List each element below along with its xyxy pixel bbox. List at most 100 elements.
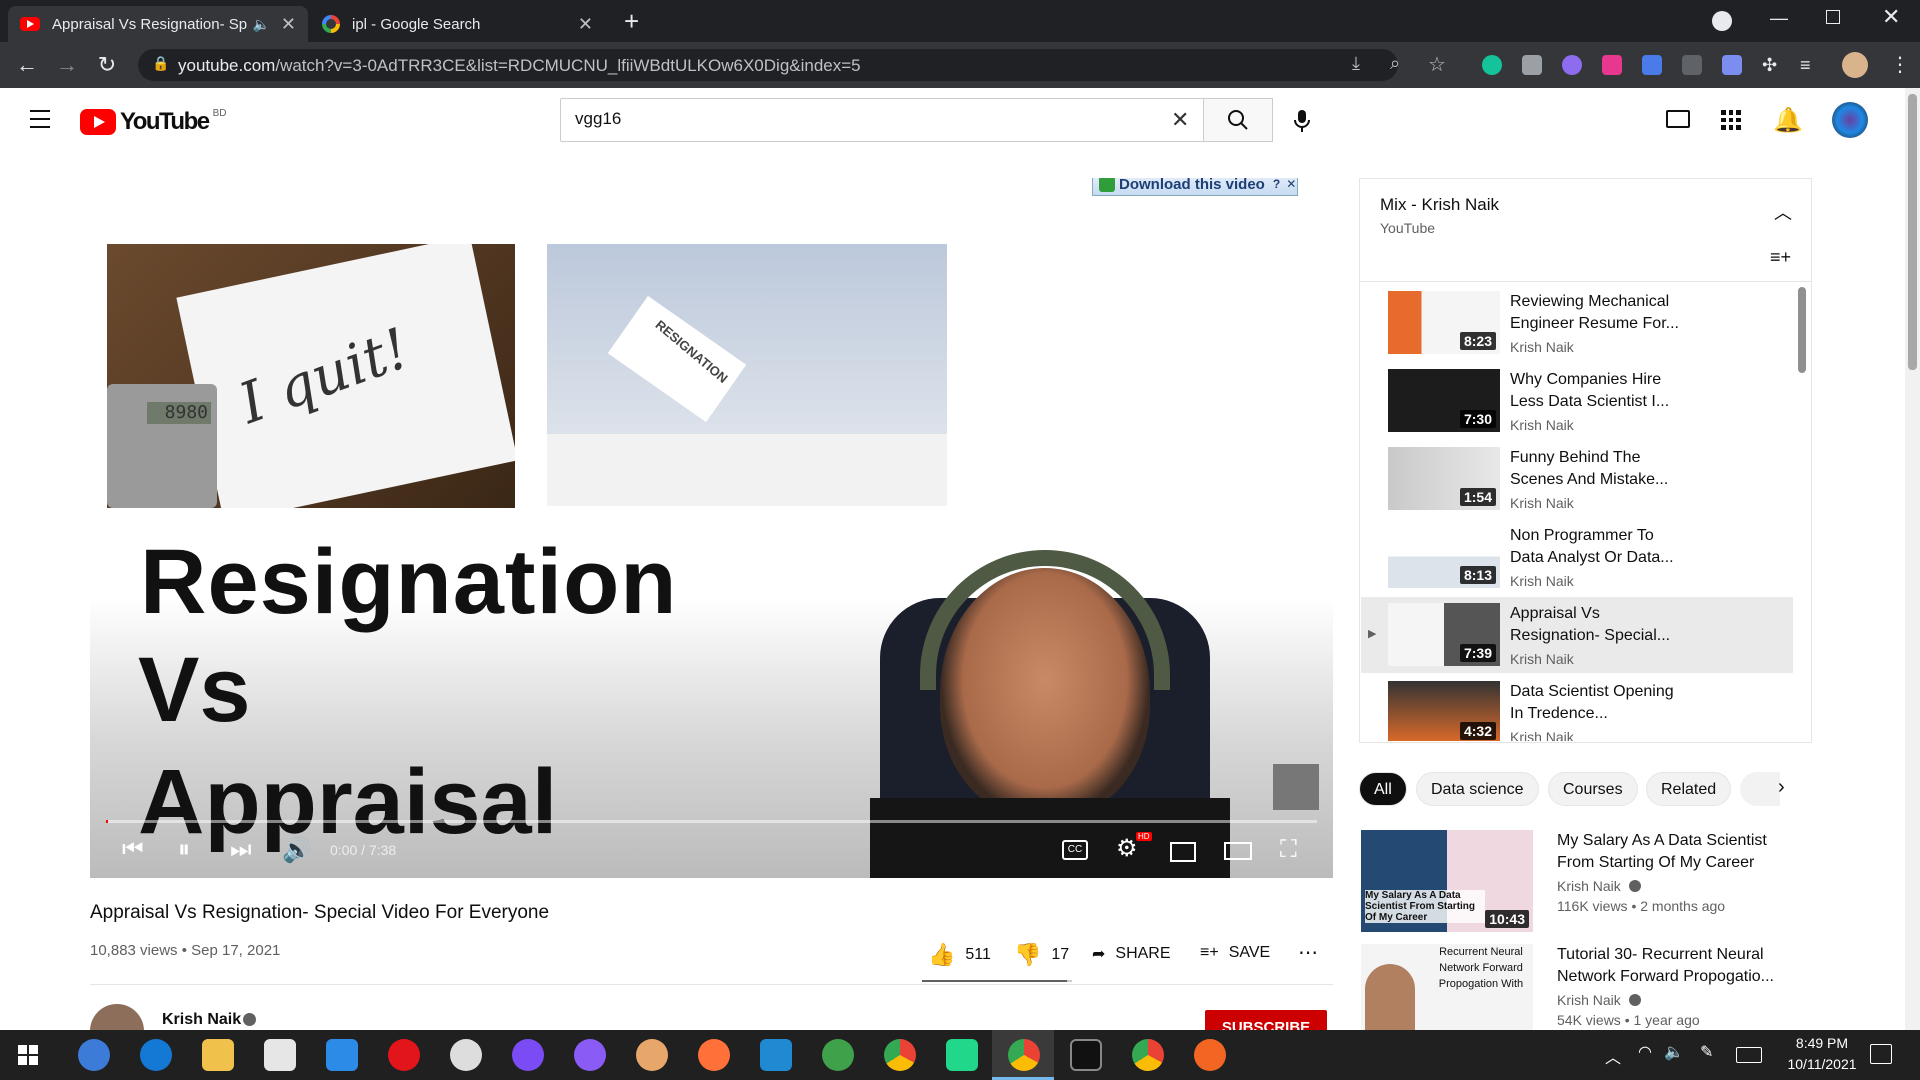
zoom-icon[interactable]: ⌕ — [1390, 53, 1400, 74]
item-title[interactable]: Reviewing Mechanical Engineer Resume For… — [1510, 291, 1690, 335]
theater-mode-icon[interactable] — [1224, 842, 1252, 860]
opera-icon[interactable] — [388, 1039, 420, 1071]
item-title[interactable]: Non Programmer To Data Analyst Or Data..… — [1510, 525, 1690, 569]
item-title[interactable]: Funny Behind The Scenes And Mistake... — [1510, 447, 1690, 491]
earth-icon[interactable] — [822, 1039, 854, 1071]
vscode-icon[interactable] — [760, 1039, 792, 1071]
previous-icon[interactable]: ⏮ — [122, 836, 144, 864]
volume-tray-icon[interactable]: 🔈 — [1664, 1042, 1684, 1062]
video-thumbnail[interactable]: 8:23 — [1388, 291, 1500, 354]
colorful-extension-icon[interactable] — [1562, 55, 1582, 75]
tab-search-icon[interactable] — [1712, 11, 1732, 31]
page-scrollbar[interactable] — [1905, 88, 1920, 1030]
related-video[interactable]: My Salary As A Data Scientist From Start… — [1361, 830, 1831, 935]
bookmark-star-icon[interactable]: ☆ — [1428, 52, 1446, 77]
create-video-icon[interactable] — [1666, 110, 1690, 128]
pen-extension-icon[interactable] — [1722, 55, 1742, 75]
related-channel[interactable]: Krish Naik — [1557, 992, 1621, 1008]
volume-icon[interactable]: 🔊 — [282, 836, 312, 865]
windows-start-icon[interactable] — [18, 1045, 38, 1065]
dislike-button[interactable]: 👎 17 — [1014, 942, 1069, 968]
video-thumbnail[interactable]: 7:39 — [1388, 603, 1500, 666]
profile-avatar[interactable] — [1842, 52, 1868, 78]
playlist-item[interactable]: 8:13 Non Programmer To Data Analyst Or D… — [1388, 525, 1798, 601]
related-title[interactable]: Tutorial 30- Recurrent Neural Network Fo… — [1557, 944, 1797, 988]
video-thumbnail[interactable]: 8:13 — [1388, 525, 1500, 588]
extensions-puzzle-icon[interactable]: ✣ — [1762, 55, 1782, 75]
github-icon[interactable] — [574, 1039, 606, 1071]
playlist-item[interactable]: 4:32 Data Scientist Opening In Tredence.… — [1388, 681, 1798, 741]
related-channel[interactable]: Krish Naik — [1557, 878, 1621, 894]
apps-grid-icon[interactable] — [1721, 110, 1741, 130]
playlist-item[interactable]: 1:54 Funny Behind The Scenes And Mistake… — [1388, 447, 1798, 523]
playlist-title[interactable]: Mix - Krish Naik — [1380, 195, 1499, 215]
inkscape-icon[interactable] — [450, 1039, 482, 1071]
new-tab-icon[interactable]: + — [624, 6, 639, 37]
chrome-menu-icon[interactable]: ⋮ — [1890, 52, 1910, 77]
item-title[interactable]: Why Companies Hire Less Data Scientist I… — [1510, 369, 1690, 413]
item-channel[interactable]: Krish Naik — [1510, 339, 1574, 355]
mail-icon[interactable] — [326, 1039, 358, 1071]
reading-list-icon[interactable]: ≡ — [1800, 55, 1820, 75]
close-tab-icon[interactable]: ✕ — [578, 14, 593, 35]
help-icon[interactable]: ? — [1273, 178, 1280, 191]
pause-icon[interactable]: ⏸ — [178, 836, 190, 864]
captions-icon[interactable]: CC — [1062, 840, 1088, 860]
item-title[interactable]: Appraisal Vs Resignation- Special... — [1510, 603, 1690, 647]
url-text[interactable]: youtube.com/watch?v=3-0AdTRR3CE&list=RDC… — [178, 56, 861, 76]
item-channel[interactable]: Krish Naik — [1510, 417, 1574, 433]
playlist-item[interactable]: 7:30 Why Companies Hire Less Data Scient… — [1388, 369, 1798, 445]
search-box[interactable]: ✕ — [560, 98, 1204, 142]
fullscreen-icon[interactable]: ⛶ — [1280, 836, 1297, 864]
edge-icon[interactable] — [140, 1039, 172, 1071]
playlist-scrollbar[interactable] — [1798, 287, 1806, 373]
voice-search-button[interactable] — [1290, 108, 1318, 136]
account-avatar[interactable] — [1832, 102, 1868, 138]
download-video-button[interactable]: Download this video ? ✕ — [1092, 178, 1298, 196]
miniplayer-icon[interactable] — [1170, 842, 1196, 862]
forward-icon[interactable]: → — [52, 50, 82, 80]
dark-extension-icon[interactable] — [1682, 55, 1702, 75]
chips-next-chevron-icon[interactable]: › — [1778, 776, 1785, 799]
pen-tray-icon[interactable]: ✎ — [1700, 1042, 1713, 1062]
orange-app-icon[interactable] — [1194, 1039, 1226, 1071]
tab-google[interactable]: ipl - Google Search ✕ — [310, 6, 605, 42]
install-icon[interactable]: ⤓ — [1352, 53, 1360, 74]
related-thumbnail[interactable]: My Salary As A Data Scientist From Start… — [1361, 830, 1533, 932]
back-icon[interactable]: ← — [12, 50, 42, 80]
item-channel[interactable]: Krish Naik — [1510, 651, 1574, 667]
progress-bar[interactable] — [106, 820, 1317, 823]
chrome-icon[interactable] — [1008, 1039, 1040, 1071]
notifications-bell-icon[interactable]: 🔔 — [1773, 106, 1803, 135]
speaker-icon[interactable]: 🔈 — [253, 16, 270, 33]
item-channel[interactable]: Krish Naik — [1510, 573, 1574, 589]
keyboard-icon[interactable] — [1736, 1047, 1762, 1063]
restore-icon[interactable] — [1826, 10, 1840, 24]
clear-search-icon[interactable]: ✕ — [1171, 107, 1189, 133]
settings-gear-icon[interactable]: ⚙ — [1116, 834, 1138, 863]
pink-play-extension-icon[interactable] — [1602, 55, 1622, 75]
qbittorrent-icon[interactable] — [78, 1039, 110, 1071]
search-button[interactable] — [1203, 98, 1273, 142]
clock-date[interactable]: 10/11/2021 — [1772, 1056, 1872, 1072]
like-button[interactable]: 👍 511 — [928, 942, 991, 968]
video-player[interactable]: I quit! 8980 RESIGNATION Download this v… — [90, 178, 1333, 878]
file-explorer-icon[interactable] — [202, 1039, 234, 1071]
channel-name[interactable]: Krish Naik — [162, 1011, 241, 1029]
firefox-icon[interactable] — [698, 1039, 730, 1071]
omnibox[interactable]: 🔒 youtube.com/watch?v=3-0AdTRR3CE&list=R… — [138, 49, 1446, 81]
chrome-ek-icon[interactable] — [1132, 1039, 1164, 1071]
tray-chevron-icon[interactable]: ︿ — [1605, 1044, 1621, 1068]
reload-icon[interactable]: ↻ — [92, 50, 122, 80]
collapse-chevron-icon[interactable]: ︿ — [1774, 199, 1792, 225]
wifi-icon[interactable]: ◠ — [1638, 1042, 1652, 1062]
next-icon[interactable]: ⏭ — [230, 836, 252, 864]
share-button[interactable]: ➦ SHARE — [1092, 944, 1171, 964]
video-thumbnail[interactable]: 4:32 — [1388, 681, 1500, 741]
store-icon[interactable] — [264, 1039, 296, 1071]
chip-all[interactable]: All — [1359, 772, 1407, 806]
lock-icon[interactable]: 🔒 — [152, 55, 169, 72]
chip-related[interactable]: Related — [1646, 772, 1732, 806]
pycharm-icon[interactable] — [946, 1039, 978, 1071]
terminal-icon[interactable] — [1070, 1039, 1102, 1071]
